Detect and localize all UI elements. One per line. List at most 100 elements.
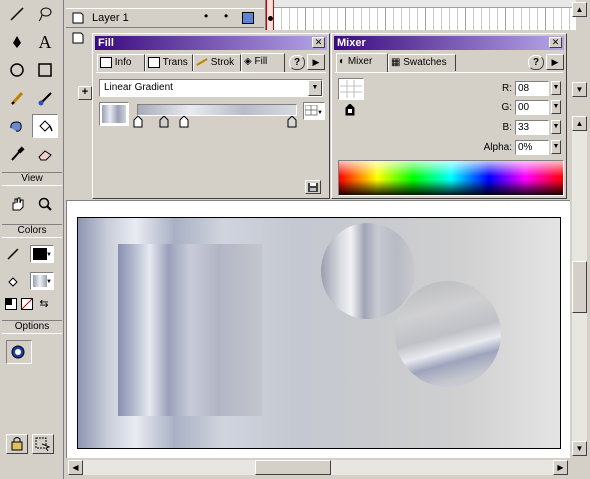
hscroll-thumb[interactable]: [255, 460, 331, 475]
mixer-help-icon[interactable]: ?: [528, 55, 544, 70]
color-spectrum[interactable]: [338, 160, 564, 196]
gradient-pointer-3[interactable]: [179, 115, 189, 128]
eraser-icon[interactable]: [32, 142, 58, 166]
layer-outline-color-icon[interactable]: [242, 12, 254, 24]
tab-swatches[interactable]: ▦ Swatches: [388, 54, 456, 71]
fill-help-icon[interactable]: ?: [289, 55, 305, 70]
mixer-panel-titlebar[interactable]: Mixer ✕: [334, 36, 564, 50]
view-section-label: View: [2, 172, 62, 186]
default-colors-icon[interactable]: [5, 298, 17, 310]
transform-icon[interactable]: [32, 434, 54, 454]
swap-colors-icon[interactable]: ⇆: [37, 297, 51, 311]
layer-visibility-dot[interactable]: •: [204, 9, 208, 23]
layer-lock-dot[interactable]: •: [224, 9, 228, 23]
toolbox: A View Colors ▼ ▼ ⇆ Options: [0, 0, 64, 479]
timeline-scroll-up-button[interactable]: ▲: [572, 2, 587, 17]
gradient-color-swatch[interactable]: ▼: [303, 102, 325, 120]
vscroll-thumb[interactable]: [572, 261, 587, 313]
mixer-panel: Mixer ✕ ◐ Mixer ▦ Swatches ? ▶ R: 08 ▼ G…: [331, 33, 567, 199]
mixer-panel-menu-arrow[interactable]: ▶: [546, 54, 564, 70]
fill-tab-icon: ◈: [244, 56, 252, 67]
layer-icon: [72, 12, 84, 24]
tab-stroke[interactable]: Strok: [193, 54, 241, 71]
hand-icon[interactable]: [4, 192, 30, 216]
gradient-circle-top[interactable]: [321, 223, 415, 319]
blue-input[interactable]: 33: [515, 120, 549, 135]
fill-panel-close-icon[interactable]: ✕: [312, 37, 325, 48]
green-dropdown-icon[interactable]: ▼: [551, 100, 561, 114]
gradient-rectangle[interactable]: [77, 217, 561, 449]
mixer-panel-title: Mixer: [337, 37, 366, 49]
eyedropper-icon[interactable]: [4, 142, 30, 166]
line-icon[interactable]: [4, 2, 30, 26]
mixer-panel-close-icon[interactable]: ✕: [549, 37, 562, 48]
frames-grid[interactable]: [266, 0, 576, 30]
stroke-color-swatch[interactable]: ▼: [30, 245, 54, 263]
options-section-label: Options: [2, 320, 62, 334]
mixer-color-swatch[interactable]: [338, 78, 364, 100]
vscroll-down-button[interactable]: ▼: [572, 441, 587, 456]
tab-info[interactable]: Info: [97, 54, 145, 71]
fill-panel-menu-arrow[interactable]: ▶: [307, 54, 325, 70]
hscroll-track[interactable]: [83, 460, 553, 475]
snap-icon[interactable]: [6, 434, 28, 454]
blue-label: B:: [502, 122, 512, 133]
transform-tab-icon: [148, 56, 160, 68]
layer-row[interactable]: Layer 1 • •: [66, 8, 264, 28]
playhead[interactable]: [266, 0, 274, 30]
alpha-input[interactable]: 0%: [515, 140, 549, 155]
red-input[interactable]: 08: [515, 81, 549, 96]
gradient-preview: [99, 102, 129, 126]
save-icon[interactable]: [305, 180, 321, 194]
no-color-icon[interactable]: [21, 298, 33, 310]
brush-icon[interactable]: [32, 86, 58, 110]
timeline: Layer 1 • • ▲: [66, 0, 587, 30]
fill-panel-titlebar[interactable]: Fill ✕: [95, 36, 327, 50]
rectangle-icon[interactable]: [32, 58, 58, 82]
pencil-icon[interactable]: [4, 86, 30, 110]
tab-mixer[interactable]: ◐ Mixer: [336, 53, 388, 72]
stage-area[interactable]: [66, 200, 570, 458]
lasso-icon[interactable]: [32, 2, 58, 26]
alpha-dropdown-icon[interactable]: ▼: [551, 140, 561, 154]
text-icon[interactable]: A: [32, 30, 58, 54]
layer-name[interactable]: Layer 1: [92, 12, 129, 24]
zoom-icon[interactable]: [32, 192, 58, 216]
red-dropdown-icon[interactable]: ▼: [551, 81, 561, 95]
green-input[interactable]: 00: [515, 100, 549, 115]
fill-type-value: Linear Gradient: [104, 82, 173, 93]
mixer-pointer[interactable]: [345, 103, 355, 116]
stroke-pencil-icon: [4, 242, 22, 266]
oval-icon[interactable]: [4, 58, 30, 82]
blue-dropdown-icon[interactable]: ▼: [551, 120, 561, 134]
green-label: G:: [501, 102, 512, 113]
paint-bucket-icon[interactable]: [32, 114, 58, 138]
fill-type-dropdown-icon[interactable]: ▼: [308, 80, 322, 96]
fill-type-select[interactable]: Linear Gradient ▼: [99, 79, 323, 97]
add-layer-button[interactable]: +: [78, 86, 92, 100]
stage-vscroll-region: ▼ ▲ ▼: [570, 30, 590, 479]
gradient-pointer-4[interactable]: [287, 115, 297, 128]
gradient-square[interactable]: [118, 244, 262, 416]
tab-fill[interactable]: ◈ Fill: [241, 53, 285, 72]
gradient-pointer-1[interactable]: [133, 115, 143, 128]
ink-bottle-icon[interactable]: [4, 114, 30, 138]
fill-bucket-small-icon: [4, 270, 22, 294]
colors-section-label: Colors: [2, 224, 62, 238]
lock-fill-option[interactable]: [6, 340, 32, 364]
vscroll-track[interactable]: [572, 131, 587, 441]
gradient-bar[interactable]: [137, 104, 297, 116]
tab-transform[interactable]: Trans: [145, 54, 193, 71]
gradient-pointer-2[interactable]: [159, 115, 169, 128]
hscroll-left-button[interactable]: ◀: [68, 460, 83, 475]
stage-hscroll-region: ◀ ▶: [66, 458, 570, 479]
gradient-circle-bottom[interactable]: [395, 281, 501, 387]
alpha-label: Alpha:: [483, 142, 512, 153]
fill-color-swatch[interactable]: ▼: [30, 272, 54, 290]
vscroll-up-button[interactable]: ▲: [572, 116, 587, 131]
swatches-tab-icon: ▦: [391, 57, 401, 68]
pen-icon[interactable]: [4, 30, 30, 54]
scroll-down-top-button[interactable]: ▼: [572, 82, 587, 97]
fill-panel-title: Fill: [98, 37, 114, 49]
hscroll-right-button[interactable]: ▶: [553, 460, 568, 475]
